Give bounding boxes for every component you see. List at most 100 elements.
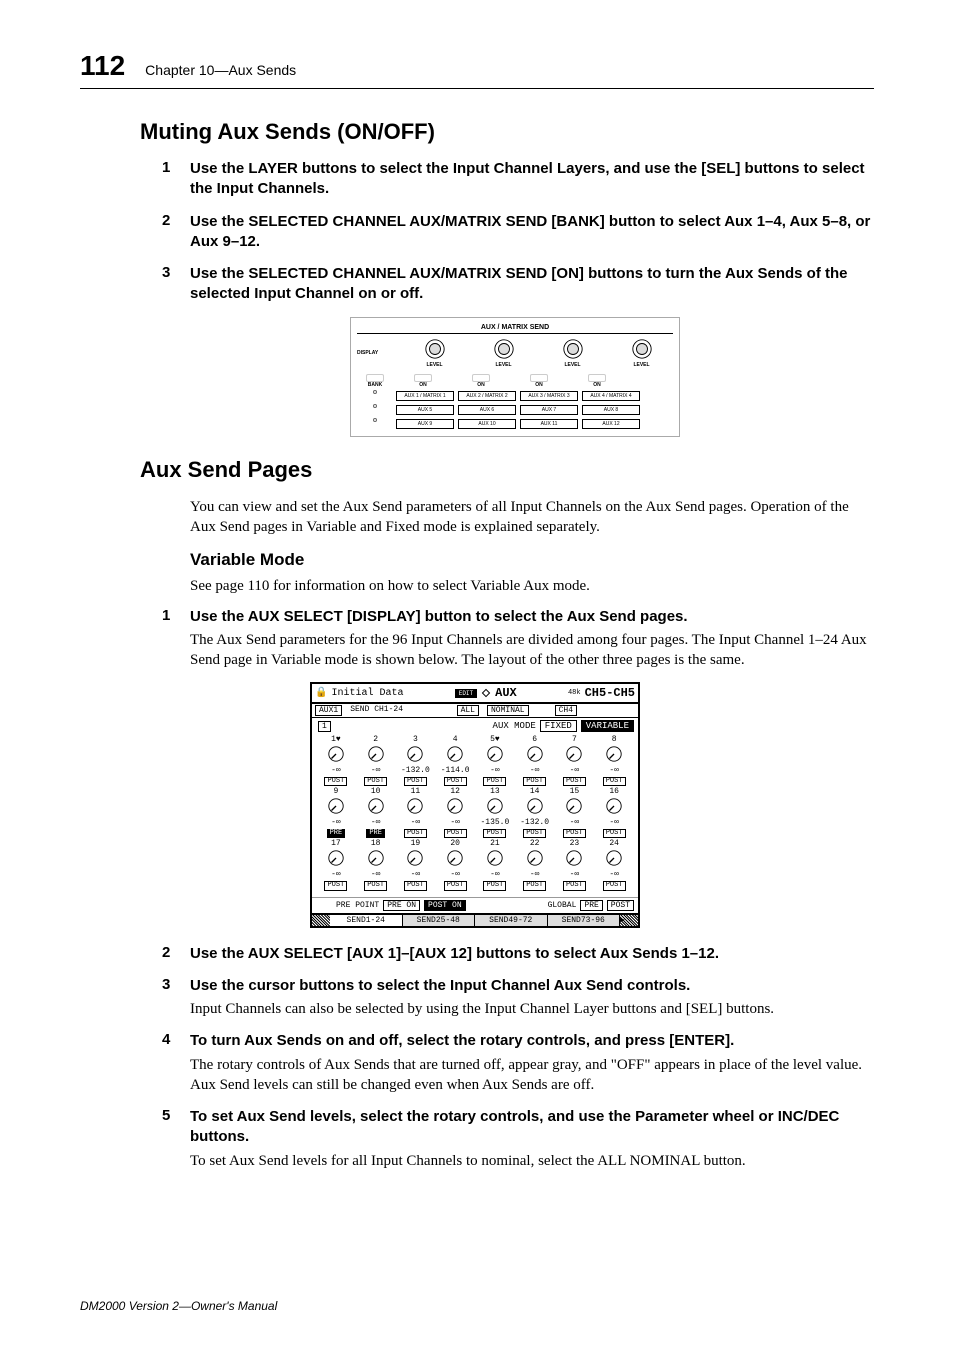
pre-on-pill: PRE ON <box>383 900 420 911</box>
step-number: 2 <box>150 944 190 964</box>
knob-icon <box>526 849 544 867</box>
step-text: Use the AUX SELECT [AUX 1]–[AUX 12] butt… <box>190 944 874 964</box>
tab-send1-24: SEND1-24 <box>330 915 403 926</box>
channel-number: 4 <box>436 736 474 745</box>
pre-post-pill: POST <box>523 881 546 891</box>
level-value: -∞ <box>317 767 355 776</box>
pre-post-pill: POST <box>483 777 506 787</box>
level-value: -∞ <box>357 819 395 828</box>
aux-label: AUX 9 <box>396 419 454 429</box>
pre-post-pill: POST <box>563 829 586 839</box>
send-range: SEND CH1-24 <box>350 705 403 716</box>
fixed-mode-box: FIXED <box>540 720 577 732</box>
channel-number: 7 <box>555 736 593 745</box>
step-number: 1 <box>150 159 190 200</box>
pre-post-pill: PRE <box>366 829 385 839</box>
knob-icon <box>605 849 623 867</box>
knob-cell: 4-114.0POST <box>436 736 474 786</box>
knob-icon <box>367 849 385 867</box>
knob-cell: 9-∞PRE <box>317 788 355 838</box>
channel-number: 9 <box>317 788 355 797</box>
level-value: -∞ <box>595 819 633 828</box>
aux-send-lcd-figure: 🔒 Initial Data EDIT AUX 48k CH5-CH5 AUX1… <box>310 682 640 927</box>
edit-indicator: EDIT <box>455 689 477 698</box>
on-button <box>588 374 606 382</box>
step-text: To set Aux Send levels, select the rotar… <box>190 1107 874 1148</box>
led-icon <box>373 418 377 422</box>
knob-cell: 2-∞POST <box>357 736 395 786</box>
lcd-bottom-row: PRE POINT PRE ON POST ON GLOBAL PRE POST <box>312 897 638 913</box>
channel-number: 11 <box>396 788 434 797</box>
step-description: The Aux Send parameters for the 96 Input… <box>190 630 874 671</box>
aux-label: AUX 12 <box>582 419 640 429</box>
pre-post-pill: POST <box>523 777 546 787</box>
knob-cell: 23-∞POST <box>555 840 593 890</box>
section-aux-pages-title: Aux Send Pages <box>140 457 874 483</box>
lcd-aux-label: AUX <box>495 686 517 700</box>
aux-label: AUX 2 / MATRIX 2 <box>458 391 516 401</box>
knob-icon <box>526 745 544 763</box>
knob-cell: 11-∞POST <box>396 788 434 838</box>
knob-icon <box>526 797 544 815</box>
level-value: -∞ <box>555 871 593 880</box>
channel-number: 8 <box>595 736 633 745</box>
knob-cell: 13-135.0POST <box>476 788 514 838</box>
channel-number: 23 <box>555 840 593 849</box>
knob-icon <box>565 849 583 867</box>
level-value: -∞ <box>436 819 474 828</box>
pre-post-pill: POST <box>324 881 347 891</box>
pre-post-pill: POST <box>603 777 626 787</box>
step: 1 Use the AUX SELECT [DISPLAY] button to… <box>150 607 874 671</box>
step: 2 Use the AUX SELECT [AUX 1]–[AUX 12] bu… <box>150 944 874 964</box>
knob-icon <box>565 745 583 763</box>
display-label: DISPLAY <box>357 350 393 356</box>
scroll-right-icon: ▶ <box>620 915 638 926</box>
knob-icon <box>367 797 385 815</box>
level-knob: LEVEL <box>476 338 531 368</box>
level-value: -∞ <box>595 767 633 776</box>
section-muting-title: Muting Aux Sends (ON/OFF) <box>140 119 874 145</box>
level-value: -∞ <box>595 871 633 880</box>
level-value: -114.0 <box>436 767 474 776</box>
knob-cell: 10-∞PRE <box>357 788 395 838</box>
step: 5 To set Aux Send levels, select the rot… <box>150 1107 874 1171</box>
step-number: 2 <box>150 212 190 253</box>
variable-mode-box: VARIABLE <box>581 720 634 732</box>
scroll-left-icon <box>312 915 330 926</box>
knob-cell: 6-∞POST <box>516 736 554 786</box>
level-value: -∞ <box>516 871 554 880</box>
led-icon <box>373 390 377 394</box>
step-text: To turn Aux Sends on and off, select the… <box>190 1031 874 1051</box>
lcd-bar2: AUX1 SEND CH1-24 ALL NOMINAL CH4 <box>312 704 638 718</box>
aux-matrix-send-panel-figure: AUX / MATRIX SEND DISPLAY LEVEL LEVEL LE… <box>350 317 680 437</box>
knob-icon <box>327 745 345 763</box>
step: 4 To turn Aux Sends on and off, select t… <box>150 1031 874 1095</box>
knob-cell: 18-∞POST <box>357 840 395 890</box>
step-description: Input Channels can also be selected by u… <box>190 999 874 1019</box>
knob-icon <box>327 797 345 815</box>
knob-cell: 24-∞POST <box>595 840 633 890</box>
step-text: Use the SELECTED CHANNEL AUX/MATRIX SEND… <box>190 264 874 305</box>
knob-icon <box>486 745 504 763</box>
channel-number: 18 <box>357 840 395 849</box>
lcd-preset-name: Initial Data <box>331 688 403 699</box>
tab-send73-96: SEND73-96 <box>548 915 621 926</box>
page-number: 112 <box>80 50 125 82</box>
level-value: -132.0 <box>516 819 554 828</box>
knob-icon <box>406 745 424 763</box>
diamond-icon <box>482 689 490 697</box>
knob-cell: 17-∞POST <box>317 840 355 890</box>
knob-icon <box>406 849 424 867</box>
sample-rate-icon: 48k <box>568 689 581 697</box>
aux-label: AUX 11 <box>520 419 578 429</box>
footer-text: DM2000 Version 2—Owner's Manual <box>80 1299 277 1313</box>
lcd-tabs: SEND1-24 SEND25-48 SEND49-72 SEND73-96 ▶ <box>312 913 638 926</box>
lcd-titlebar: 🔒 Initial Data EDIT AUX 48k CH5-CH5 <box>312 684 638 704</box>
lcd-channel: CH5-CH5 <box>585 686 635 700</box>
level-value: -∞ <box>396 819 434 828</box>
pre-post-pill: POST <box>523 829 546 839</box>
global-post-pill: POST <box>607 900 634 911</box>
knob-icon <box>486 797 504 815</box>
knob-icon <box>486 849 504 867</box>
step-number: 3 <box>150 264 190 305</box>
